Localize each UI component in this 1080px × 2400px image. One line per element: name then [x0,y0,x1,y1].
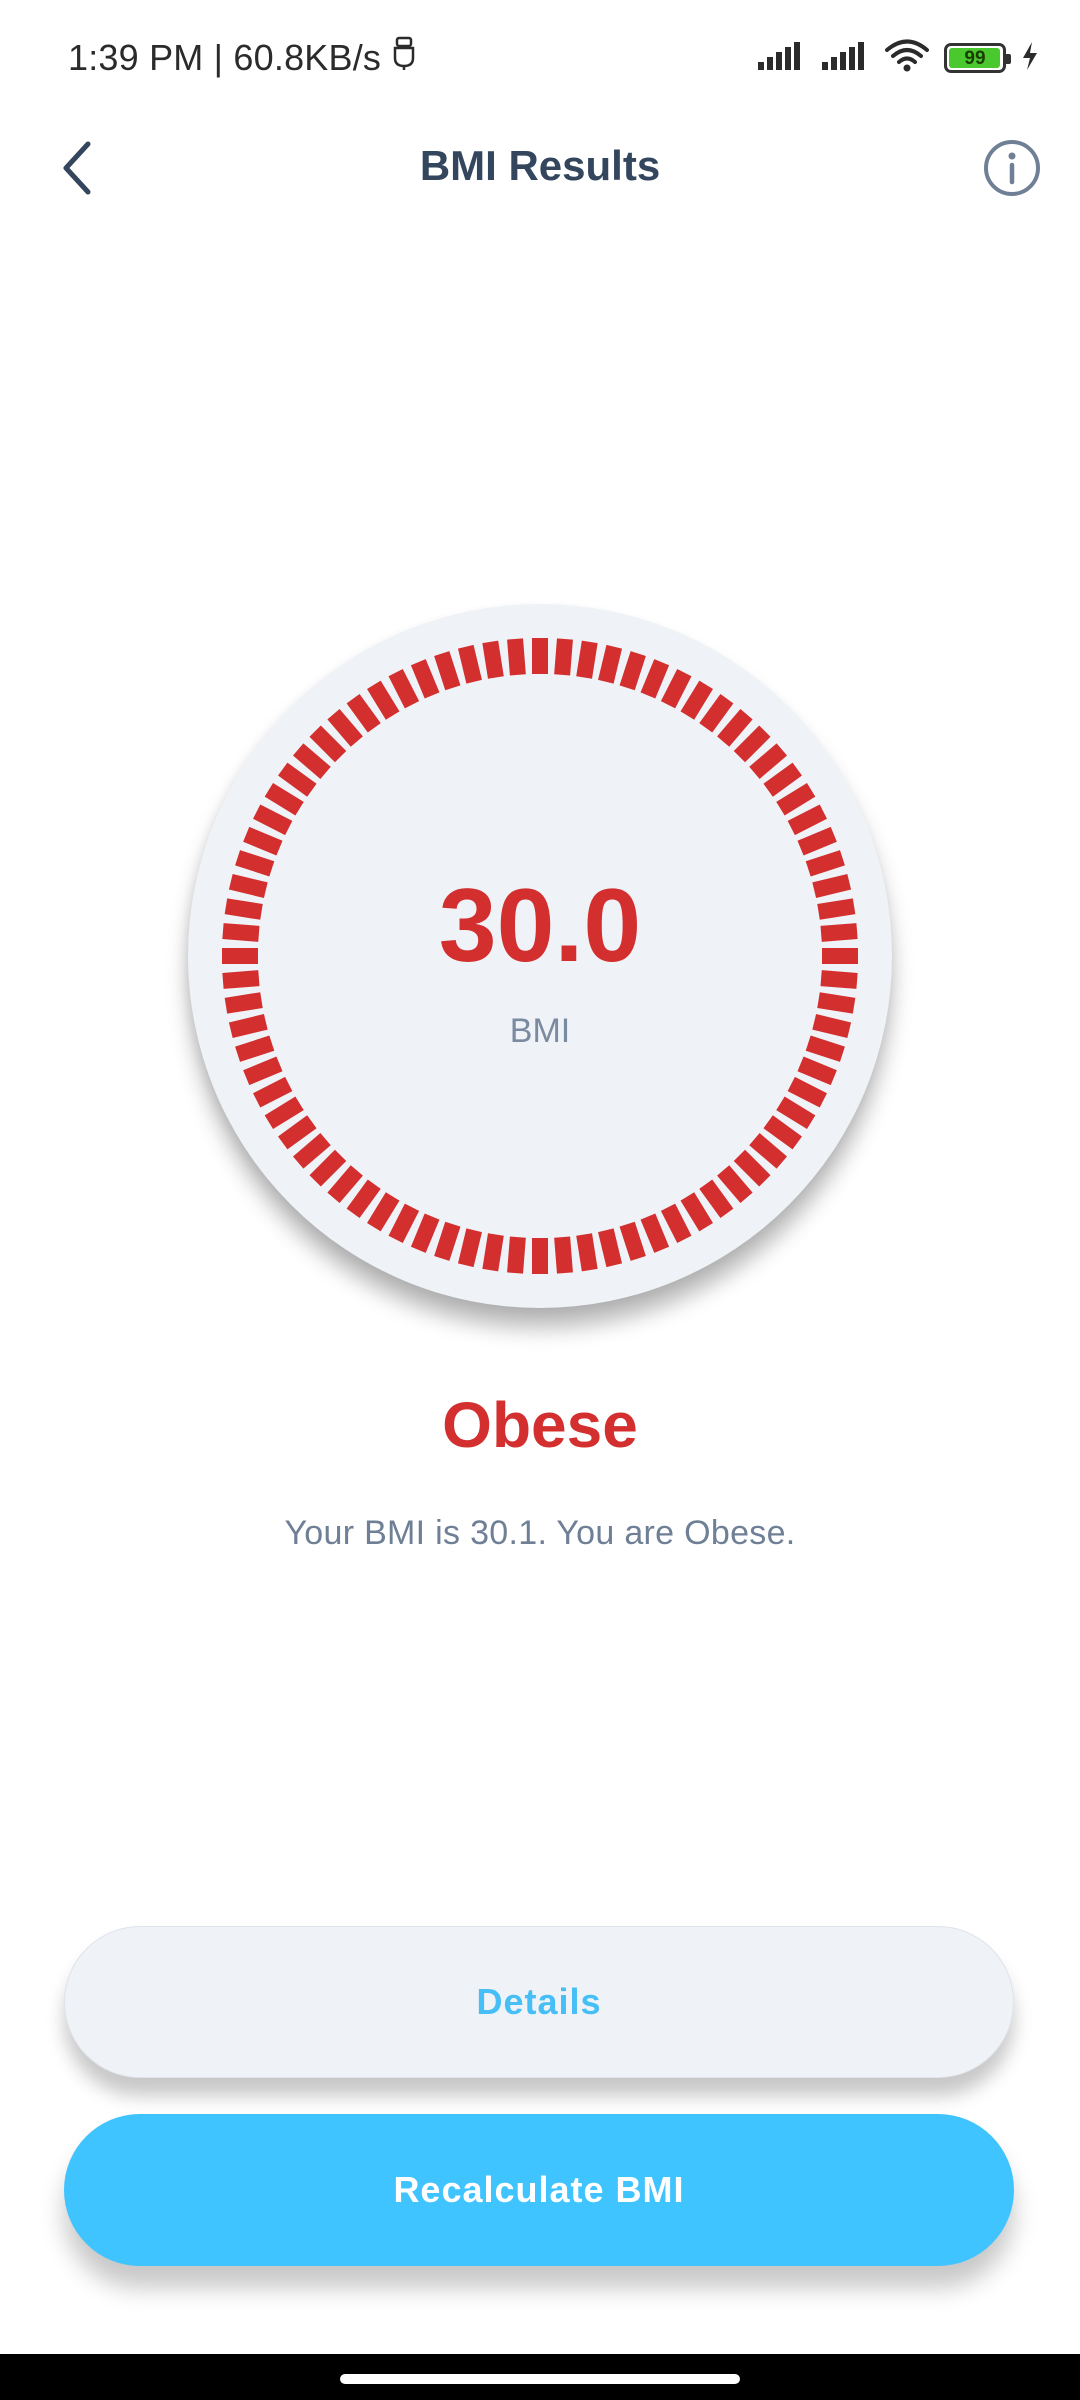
gauge-tick [776,783,816,816]
gauge-tick [507,638,526,676]
gauge-tick [763,1115,802,1150]
gauge-tick [309,725,347,763]
status-time-speed: 1:39 PM | 60.8KB/s [68,36,382,78]
gauge-tick [235,850,275,877]
gauge-tick [619,1221,646,1261]
gauge-tick [264,1096,304,1129]
gauge-tick [776,1096,816,1129]
gauge-tick [367,680,400,720]
battery-level: 99 [964,47,986,69]
details-button[interactable]: Details [64,1926,1014,2078]
gauge-tick [292,1133,331,1169]
gauge-tick [820,970,858,989]
gauge-tick [787,1076,827,1108]
signal-icon [756,40,806,77]
app-bar: BMI Results [0,120,1080,220]
gauge-tick [680,1192,713,1232]
gauge-tick [554,638,573,676]
gauge-tick [619,651,646,691]
usb-icon [391,36,417,79]
home-indicator[interactable] [340,2374,740,2384]
gauge-tick [243,1056,283,1086]
gauge-tick [749,1133,788,1169]
page-title: BMI Results [419,142,661,189]
gauge-tick [817,992,856,1014]
gauge-tick [278,1115,317,1150]
navigation-bar [0,2354,1080,2400]
bmi-category: Obese [442,1389,638,1461]
battery-icon: 99 [944,43,1011,73]
gauge-tick [598,644,623,684]
status-bar: 1:39 PM | 60.8KB/s 99 [0,0,1080,120]
gauge-tick [797,826,837,856]
gauge-tick [327,1165,363,1204]
status-left: 1:39 PM | 60.8KB/s [68,36,417,79]
gauge-tick [482,1233,504,1272]
gauge-tick [640,659,670,699]
gauge-tick [434,651,461,691]
gauge-tick [346,694,381,733]
gauge-tick [243,826,283,856]
gauge-tick [717,1165,753,1204]
signal-icon [820,40,870,77]
gauge-tick [309,1149,347,1187]
gauge-tick [457,1228,482,1268]
gauge-tick [507,1236,526,1274]
bmi-description: Your BMI is 30.1. You are Obese. [284,1514,796,1552]
gauge-tick [253,804,293,836]
gauge-tick [457,644,482,684]
wifi-icon [884,39,930,78]
gauge-tick [327,708,363,747]
gauge-tick [598,1228,623,1268]
gauge-tick [224,992,263,1014]
gauge-tick [264,783,304,816]
gauge-tick [367,1192,400,1232]
gauge-tick [576,640,598,679]
gauge-tick [717,708,753,747]
gauge-tick [733,1149,771,1187]
recalculate-button[interactable]: Recalculate BMI [64,2114,1014,2266]
gauge-tick [388,669,420,709]
gauge-tick [410,659,440,699]
gauge-tick [410,1213,440,1253]
gauge-tick [660,669,692,709]
gauge-tick [787,804,827,836]
gauge-tick [699,694,734,733]
bmi-unit-label: BMI [509,1012,571,1050]
gauge-tick [388,1203,420,1243]
gauge-tick [733,725,771,763]
gauge-tick [278,762,317,797]
gauge-tick [554,1236,573,1274]
gauge-tick [253,1076,293,1108]
bmi-gauge: 30.0 BMI [188,604,892,1308]
gauge-tick [292,743,331,779]
gauge-tick [640,1213,670,1253]
gauge-tick [660,1203,692,1243]
info-icon [982,138,1042,203]
charging-icon [1020,40,1040,77]
bmi-value: 30.0 [438,868,642,984]
gauge-tick [699,1179,734,1218]
gauge-tick [763,762,802,797]
gauge-tick [797,1056,837,1086]
gauge-tick [346,1179,381,1218]
gauge-tick [805,850,845,877]
gauge-tick [482,640,504,679]
gauge-tick [680,680,713,720]
gauge-tick [749,743,788,779]
gauge-tick [434,1221,461,1261]
gauge-tick [222,970,260,989]
gauge-tick [576,1233,598,1272]
status-right: 99 [756,38,1040,78]
info-button[interactable] [974,132,1050,208]
